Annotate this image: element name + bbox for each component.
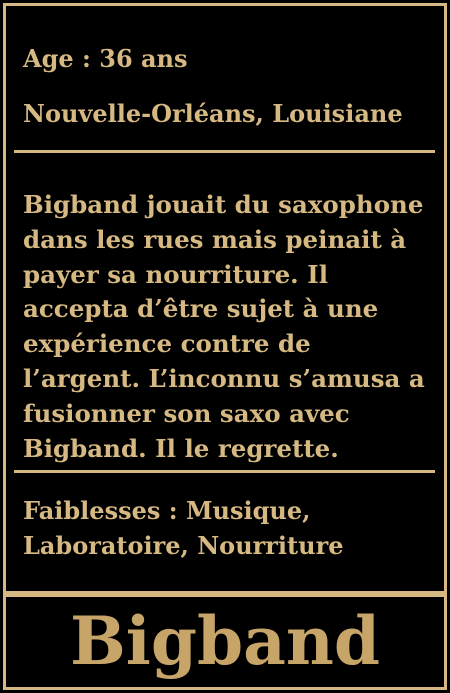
divider-bottom (14, 470, 435, 473)
age-label: Age : 36 ans (23, 44, 188, 73)
divider-top (14, 150, 435, 153)
location-label: Nouvelle-Orléans, Louisiane (23, 99, 403, 128)
character-card: Age : 36 ans Nouvelle-Orléans, Louisiane… (0, 0, 450, 693)
weaknesses-label: Faiblesses : Musique, Laboratoire, Nourr… (23, 496, 344, 560)
character-bio: Bigband jouait du saxophone dans les rue… (23, 190, 425, 463)
character-name: Bigband (69, 602, 381, 680)
